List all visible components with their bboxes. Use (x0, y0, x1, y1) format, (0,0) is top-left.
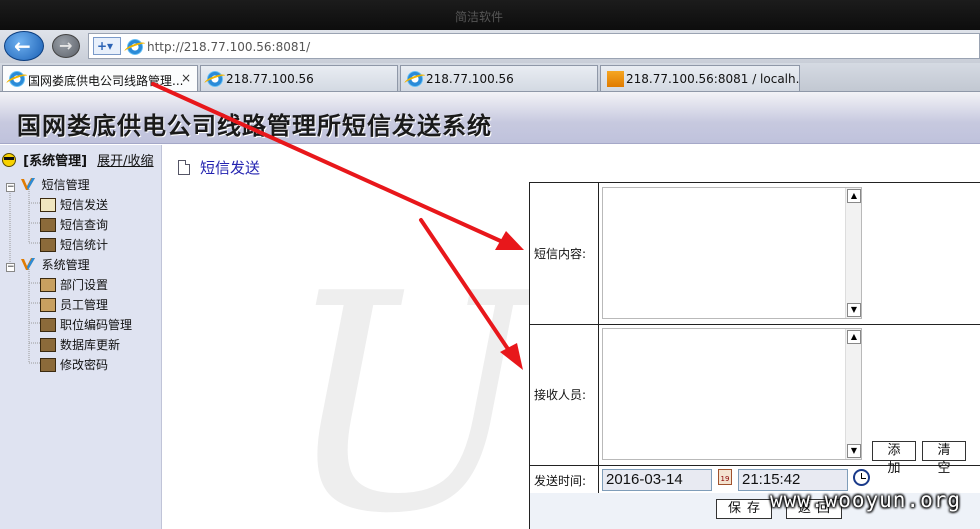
sidebar-item-sms-stats[interactable]: 短信统计 (40, 236, 108, 253)
system-title: 国网娄底供电公司线路管理所短信发送系统 (17, 111, 492, 140)
folder-v-icon (20, 258, 35, 270)
sidebar-item-label: 修改密码 (60, 358, 109, 372)
system-management-label: [系统管理] (23, 154, 88, 169)
phpmyadmin-icon (607, 71, 624, 87)
tree-group-system[interactable]: − 系统管理 (6, 256, 90, 273)
speaker-icon (40, 198, 56, 212)
tab-phpmyadmin[interactable]: 218.77.100.56:8081 / localh... (600, 65, 800, 91)
page-title-row: 短信发送 (178, 157, 260, 178)
send-time-label: 发送时间: (534, 474, 587, 488)
new-tab-button[interactable]: +▾ (93, 37, 121, 55)
ie-icon (127, 39, 143, 55)
url-text[interactable]: http://218.77.100.56:8081/ (147, 40, 310, 54)
sidebar-item-label: 员工管理 (60, 298, 109, 312)
page-title: 短信发送 (200, 159, 261, 177)
scrollbar[interactable]: ▲ ▼ (845, 329, 861, 459)
sidebar-item-db-update[interactable]: 数据库更新 (40, 336, 120, 353)
sidebar-item-label: 短信统计 (60, 238, 109, 252)
sms-form: 短信内容: ▲ ▼ 接收人员: ▲ ▼ 添加 清空 发送时间: 2016-03-14… (529, 182, 980, 529)
book-icon (40, 218, 56, 232)
sidebar-item-sms-query[interactable]: 短信查询 (40, 216, 108, 233)
recipients-label: 接收人员: (534, 388, 587, 402)
sidebar-item-label: 部门设置 (60, 278, 109, 292)
tab-bar: 国网娄底供电公司线路管理... × 218.77.100.56 218.77.1… (0, 63, 980, 92)
close-icon[interactable]: × (181, 71, 191, 85)
tree-group-sms[interactable]: − 短信管理 (6, 176, 90, 193)
folder-v-icon (20, 178, 35, 190)
tab-sms-system[interactable]: 国网娄底供电公司线路管理... × (2, 65, 198, 91)
sidebar-item-label: 短信发送 (60, 198, 109, 212)
plus-icon: +▾ (97, 39, 114, 53)
tab-label: 国网娄底供电公司线路管理... (28, 74, 184, 88)
book-icon (40, 238, 56, 252)
ie-icon (407, 71, 423, 87)
address-bar[interactable]: +▾ http://218.77.100.56:8081/ (88, 33, 980, 59)
browser-nav-bar: ← → +▾ http://218.77.100.56:8081/ (0, 30, 980, 63)
sidebar-item-change-password[interactable]: 修改密码 (40, 356, 108, 373)
scrollbar[interactable]: ▲ ▼ (845, 188, 861, 318)
recipients-textarea[interactable]: ▲ ▼ (602, 328, 862, 460)
scroll-up-icon[interactable]: ▲ (847, 330, 861, 344)
document-icon (178, 160, 190, 175)
ie-icon (9, 71, 25, 87)
tree-group-label: 短信管理 (41, 178, 90, 192)
arrow-left-icon: ← (14, 34, 31, 58)
tab-ip-2[interactable]: 218.77.100.56 (400, 65, 598, 91)
people-icon (40, 298, 56, 312)
book-icon (40, 318, 56, 332)
collapse-icon[interactable]: − (6, 263, 15, 272)
ie-icon (207, 71, 223, 87)
divider (598, 183, 599, 493)
tab-label: 218.77.100.56:8081 / localh... (626, 72, 800, 86)
save-button[interactable]: 保存 (716, 499, 772, 519)
sidebar-item-label: 数据库更新 (60, 338, 121, 352)
expand-collapse-link[interactable]: 展开/收缩 (97, 154, 153, 169)
tab-label: 218.77.100.56 (426, 72, 514, 86)
sidebar-item-department[interactable]: 部门设置 (40, 276, 108, 293)
background-watermark-u: U (283, 230, 536, 529)
tab-ip-1[interactable]: 218.77.100.56 (200, 65, 398, 91)
scroll-down-icon[interactable]: ▼ (847, 303, 861, 317)
back-button[interactable]: ← (4, 31, 44, 61)
sidebar-item-sms-send[interactable]: 短信发送 (40, 196, 108, 213)
sms-content-label: 短信内容: (534, 247, 587, 261)
wooyun-watermark: www.wooyun.org (770, 488, 962, 512)
arrow-right-icon: → (59, 36, 73, 55)
sidebar: [系统管理] 展开/收缩 − 短信管理 短信发送 短信查询 短信统计 − 系统管… (0, 145, 162, 529)
divider (530, 465, 980, 466)
tree-group-label: 系统管理 (41, 258, 90, 272)
browser-title-bar: 简洁软件 (0, 0, 980, 30)
book-icon (40, 358, 56, 372)
clock-icon[interactable] (853, 469, 870, 486)
add-button[interactable]: 添加 (872, 441, 916, 476)
clear-button[interactable]: 清空 (922, 441, 966, 476)
sidebar-item-label: 职位编码管理 (60, 318, 133, 332)
calendar-icon[interactable]: 19 (718, 469, 732, 485)
sidebar-item-employees[interactable]: 员工管理 (40, 296, 108, 313)
scroll-up-icon[interactable]: ▲ (847, 189, 861, 203)
sidebar-item-label: 短信查询 (60, 218, 109, 232)
collapse-icon[interactable]: − (6, 183, 15, 192)
page-header: 国网娄底供电公司线路管理所短信发送系统 (0, 92, 980, 144)
system-row: [系统管理] 展开/收缩 (2, 150, 154, 169)
sms-content-textarea[interactable]: ▲ ▼ (602, 187, 862, 319)
people-icon (40, 278, 56, 292)
date-input[interactable]: 2016-03-14 (602, 469, 712, 491)
sidebar-item-position-codes[interactable]: 职位编码管理 (40, 316, 132, 333)
tab-label: 218.77.100.56 (226, 72, 314, 86)
divider (530, 324, 980, 325)
book-icon (40, 338, 56, 352)
scroll-down-icon[interactable]: ▼ (847, 444, 861, 458)
main-content: U 短信发送 短信内容: ▲ ▼ 接收人员: ▲ ▼ 添加 清空 发送时间: 201… (163, 145, 980, 529)
window-title: 简洁软件 (455, 10, 504, 24)
forward-button[interactable]: → (52, 34, 80, 58)
smiley-sunglasses-icon (2, 153, 16, 167)
